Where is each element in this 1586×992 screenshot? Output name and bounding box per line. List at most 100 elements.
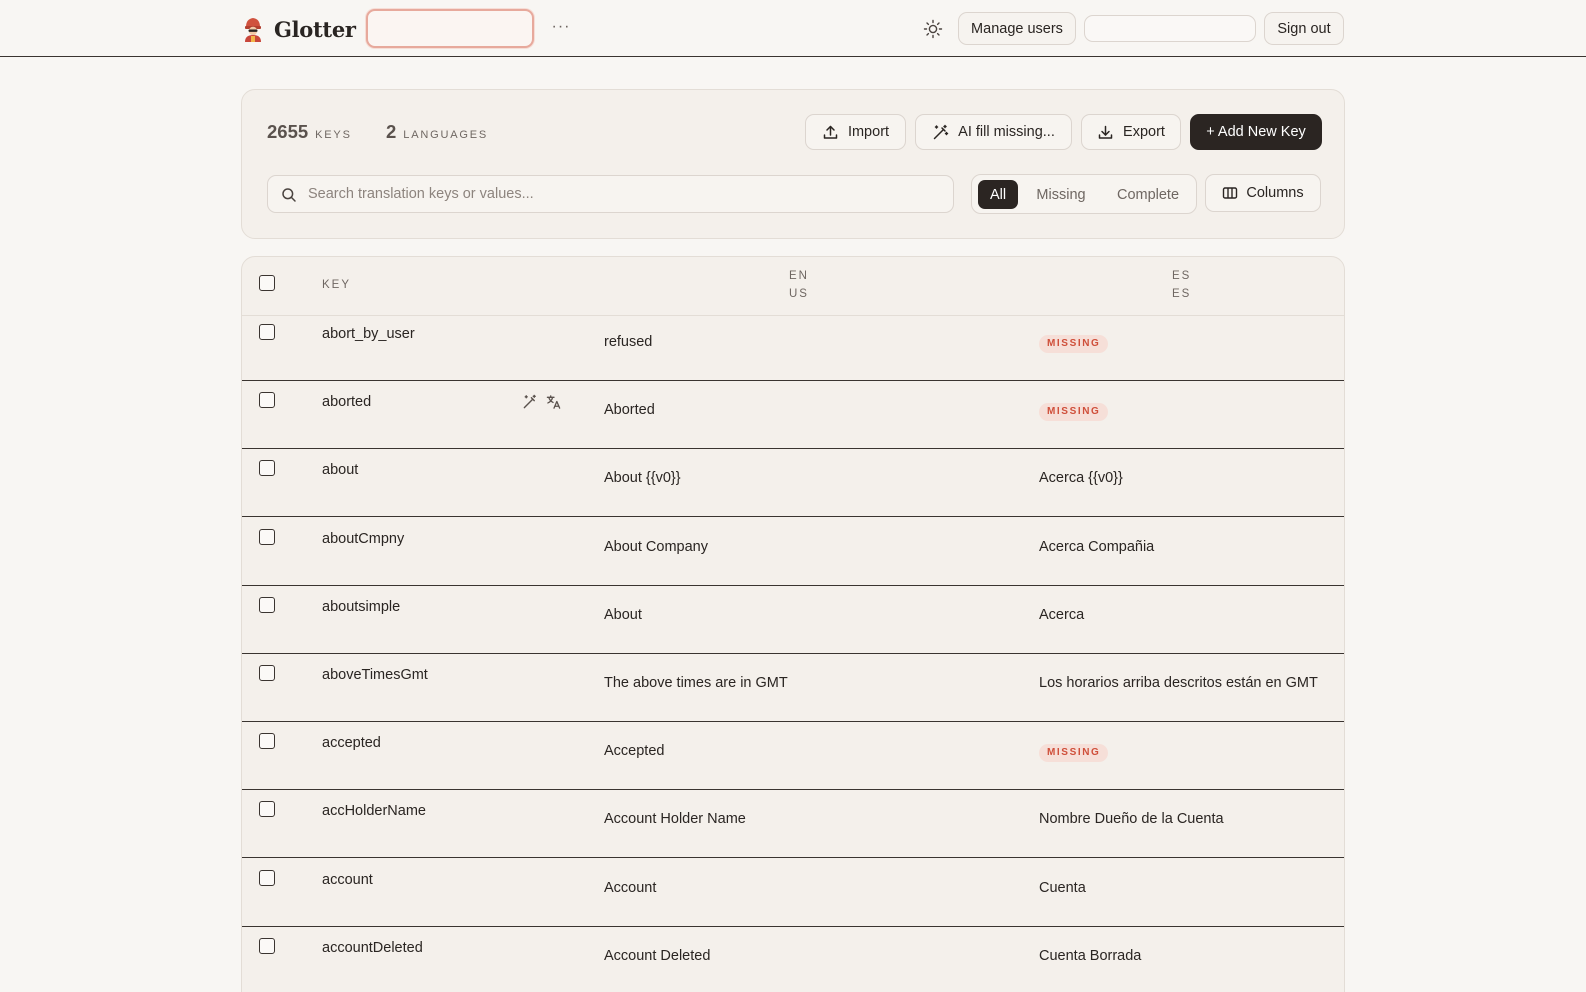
key-cell[interactable]: aboveTimesGmt	[322, 667, 428, 683]
en-value-cell[interactable]: About Company	[604, 539, 708, 555]
import-button[interactable]: Import	[805, 114, 906, 150]
en-value-cell[interactable]: Account	[604, 880, 656, 896]
theme-toggle-button[interactable]	[920, 16, 946, 42]
es-value-cell[interactable]: Cuenta	[1039, 880, 1086, 896]
en-value-cell[interactable]: Account Deleted	[604, 948, 710, 964]
logo-icon	[242, 16, 264, 42]
translations-table: KEY EN US ES ES abort_by_userrefused MISS…	[241, 256, 1345, 992]
en-value-cell[interactable]: Accepted	[604, 743, 664, 759]
more-icon[interactable]: ···	[550, 14, 572, 40]
en-value-cell[interactable]: refused	[604, 334, 652, 350]
table-row[interactable]: abort_by_userrefused MISSING	[242, 312, 1344, 381]
key-cell[interactable]: accepted	[322, 735, 381, 751]
filter-all[interactable]: All	[978, 180, 1018, 209]
column-header-en-language: EN	[789, 270, 809, 282]
table-row[interactable]: accountDeleted Account Deleted Cuenta Borr…	[242, 926, 1344, 992]
key-cell[interactable]: about	[322, 462, 358, 478]
manage-users-button[interactable]: Manage users	[958, 12, 1076, 45]
row-checkbox[interactable]	[259, 665, 275, 681]
key-cell[interactable]: aborted	[322, 394, 371, 410]
translate-icon[interactable]	[546, 394, 562, 410]
es-value-cell[interactable]: Cuenta Borrada	[1039, 948, 1141, 964]
missing-badge[interactable]: MISSING	[1039, 744, 1109, 763]
keys-stat: 2655 KEYS	[267, 121, 352, 143]
column-header-en-region: US	[789, 288, 809, 300]
es-value-cell[interactable]: Acerca	[1039, 607, 1084, 623]
es-value-cell[interactable]: Acerca {{v0}}	[1039, 470, 1123, 486]
summary-card: 2655 KEYS 2 LANGUAGES Import AI fill mis…	[241, 89, 1345, 239]
table-row[interactable]: aboveTimesGmt The above times are in GMT L…	[242, 653, 1344, 722]
en-value-cell[interactable]: The above times are in GMT	[604, 675, 788, 691]
ai-fill-missing-button[interactable]: AI fill missing...	[915, 114, 1072, 150]
search-box[interactable]	[267, 175, 954, 213]
table-row[interactable]: accepted Accepted MISSING	[242, 721, 1344, 791]
export-label: Export	[1123, 124, 1165, 140]
keys-label: KEYS	[315, 129, 352, 141]
import-label: Import	[847, 124, 890, 140]
keys-count: 2655	[267, 121, 309, 142]
filter-missing[interactable]: Missing	[1028, 180, 1094, 209]
missing-badge[interactable]: MISSING	[1039, 335, 1109, 353]
row-actions	[522, 394, 562, 410]
status-filter: All Missing Complete	[971, 174, 1197, 214]
column-header-en[interactable]: EN US	[789, 267, 809, 303]
es-value-cell[interactable]: Acerca Compañia	[1039, 539, 1154, 555]
row-checkbox[interactable]	[259, 733, 275, 750]
en-value-cell[interactable]: Account Holder Name	[604, 811, 746, 827]
row-checkbox[interactable]	[259, 528, 275, 545]
magic-wand-icon[interactable]	[522, 394, 538, 410]
key-cell[interactable]: accHolderName	[322, 803, 426, 819]
table-header: KEY EN US ES ES	[242, 257, 1344, 316]
ai-fill-label: AI fill missing...	[958, 124, 1055, 140]
table-row[interactable]: account Account Cuenta	[242, 858, 1344, 927]
row-checkbox[interactable]	[259, 937, 275, 954]
column-header-es[interactable]: ES ES	[1172, 267, 1191, 303]
magic-wand-icon	[933, 124, 949, 139]
search-icon	[282, 188, 296, 202]
column-header-key[interactable]: KEY	[322, 276, 351, 294]
download-icon	[1098, 125, 1113, 139]
filter-complete[interactable]: Complete	[1108, 180, 1188, 209]
sign-out-button[interactable]: Sign out	[1264, 12, 1344, 45]
languages-stat: 2 LANGUAGES	[386, 121, 488, 143]
columns-button[interactable]: Columns	[1205, 174, 1321, 212]
brand[interactable]: Glotter	[242, 14, 356, 44]
table-row[interactable]: aborted Aborted MISSING	[242, 380, 1344, 450]
es-value-cell[interactable]: Los horarios arriba descritos están en G…	[1039, 675, 1318, 691]
row-checkbox[interactable]	[259, 324, 275, 340]
row-checkbox[interactable]	[259, 460, 275, 477]
en-value-cell[interactable]: Aborted	[604, 402, 655, 418]
row-checkbox[interactable]	[259, 392, 275, 409]
row-checkbox[interactable]	[259, 801, 275, 818]
user-pill[interactable]	[1084, 15, 1256, 42]
brand-name: Glotter	[274, 16, 356, 42]
table-row[interactable]: accHolderName Account Holder Name Nombre D…	[242, 789, 1344, 859]
row-checkbox[interactable]	[259, 596, 275, 613]
columns-label: Columns	[1246, 185, 1304, 201]
key-cell[interactable]: account	[322, 872, 373, 888]
key-cell[interactable]: aboutCmpny	[322, 531, 404, 547]
key-cell[interactable]: abort_by_user	[322, 326, 415, 342]
en-value-cell[interactable]: About {{v0}}	[604, 470, 681, 486]
table-row[interactable]: aboutsimple About Acerca	[242, 585, 1344, 654]
languages-count: 2	[386, 121, 397, 142]
es-value-cell[interactable]: Nombre Dueño de la Cuenta	[1039, 811, 1224, 827]
sun-icon	[923, 19, 943, 39]
column-header-es-region: ES	[1172, 288, 1192, 300]
languages-label: LANGUAGES	[403, 129, 488, 141]
en-value-cell[interactable]: About	[604, 607, 642, 623]
project-select[interactable]	[366, 9, 534, 48]
export-button[interactable]: Export	[1081, 114, 1181, 150]
top-bar: Glotter ··· Manage users Sign out	[0, 0, 1586, 57]
key-cell[interactable]: aboutsimple	[322, 599, 400, 615]
add-new-key-button[interactable]: + Add New Key	[1190, 114, 1322, 150]
search-input[interactable]	[308, 176, 938, 212]
key-cell[interactable]: accountDeleted	[322, 940, 423, 956]
columns-icon	[1223, 187, 1238, 199]
row-checkbox[interactable]	[259, 869, 275, 886]
select-all-checkbox[interactable]	[259, 275, 275, 291]
table-row[interactable]: aboutCmpny About Company Acerca Compañia	[242, 517, 1344, 586]
upload-icon	[823, 125, 838, 139]
missing-badge[interactable]: MISSING	[1039, 403, 1109, 422]
table-row[interactable]: about About {{v0}} Acerca {{v0}}	[242, 448, 1344, 518]
